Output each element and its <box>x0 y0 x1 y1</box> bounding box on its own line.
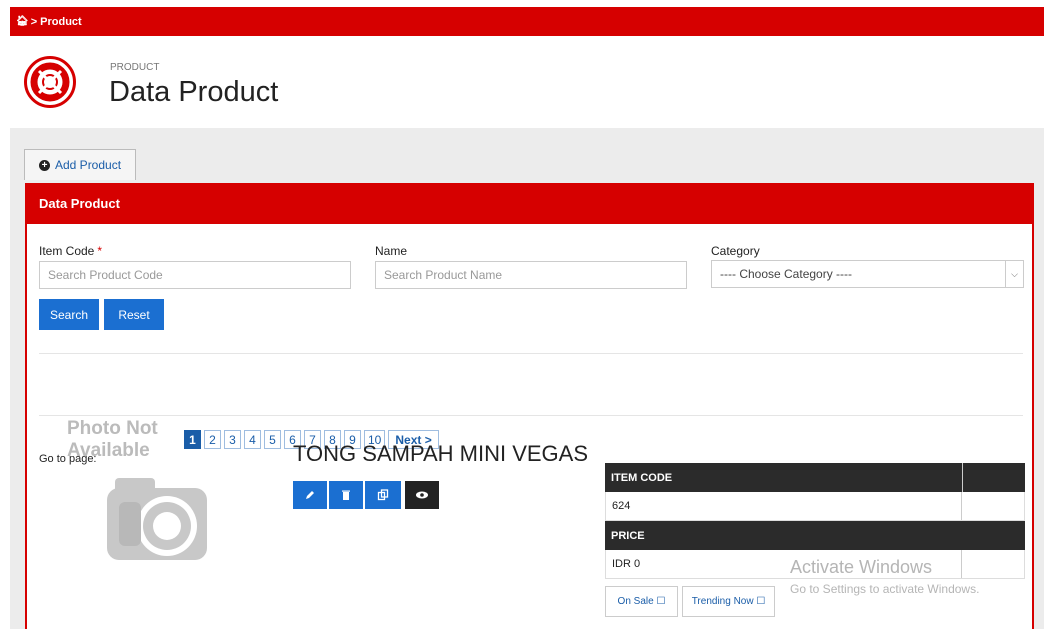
trending-now-toggle[interactable]: Trending Now ☐ <box>682 586 775 617</box>
data-product-panel: Data Product Item Code * Search Product C… <box>25 183 1034 629</box>
page-title: Data Product <box>109 76 279 108</box>
trash-icon <box>342 490 350 500</box>
divider <box>39 415 1023 416</box>
name-input[interactable]: Search Product Name <box>375 261 687 289</box>
page-subtitle: PRODUCT <box>110 62 160 73</box>
item-code-label: Item Code * <box>39 244 103 258</box>
delete-button[interactable] <box>329 481 363 509</box>
search-button[interactable]: Search <box>39 299 99 330</box>
view-button[interactable] <box>405 481 439 509</box>
add-product-label: Add Product <box>55 158 122 172</box>
name-label: Name <box>375 244 408 258</box>
page-link-5[interactable]: 5 <box>264 430 281 449</box>
pencil-icon <box>306 491 314 499</box>
item-code-value: 624 <box>605 492 1025 521</box>
item-code-input[interactable]: Search Product Code <box>39 261 351 289</box>
price-header: PRICE <box>605 521 1025 550</box>
product-photo-placeholder: Photo Not Available <box>57 418 237 568</box>
item-code-header: ITEM CODE <box>605 463 1025 492</box>
page-header: PRODUCT Data Product <box>10 36 1044 128</box>
activate-windows-subtitle: Go to Settings to activate Windows. <box>790 582 980 596</box>
category-select[interactable]: ---- Choose Category ---- ⌵ <box>711 260 1024 288</box>
required-marker: * <box>97 244 103 258</box>
divider <box>39 353 1023 354</box>
breadcrumb-chevron-icon: > <box>30 15 38 28</box>
main-content: + Add Product Data Product Item Code * Se… <box>10 128 1044 629</box>
lifebuoy-icon <box>24 56 76 108</box>
home-icon[interactable]: 🏠︎ <box>16 16 29 27</box>
photo-not-available-text: Photo Not Available <box>67 418 158 461</box>
page-link-4[interactable]: 4 <box>244 430 261 449</box>
reset-button[interactable]: Reset <box>104 299 164 330</box>
eye-icon <box>416 491 428 499</box>
activate-windows-title: Activate Windows <box>790 557 933 577</box>
breadcrumb-bar: 🏠︎ > Product <box>10 7 1044 36</box>
camera-icon <box>107 478 207 560</box>
product-title: TONG SAMPAH MINI VEGAS <box>293 441 589 466</box>
copy-icon <box>377 489 389 501</box>
category-label: Category <box>711 244 760 258</box>
copy-button[interactable] <box>365 481 401 509</box>
panel-title: Data Product <box>25 183 1034 224</box>
breadcrumb-current[interactable]: Product <box>40 16 82 28</box>
plus-circle-icon: + <box>39 159 50 171</box>
chevron-down-icon: ⌵ <box>1005 261 1023 287</box>
add-product-button[interactable]: + Add Product <box>24 149 136 180</box>
category-selected-value: ---- Choose Category ---- <box>720 267 853 281</box>
on-sale-toggle[interactable]: On Sale ☐ <box>605 586 678 617</box>
edit-button[interactable] <box>293 481 327 509</box>
